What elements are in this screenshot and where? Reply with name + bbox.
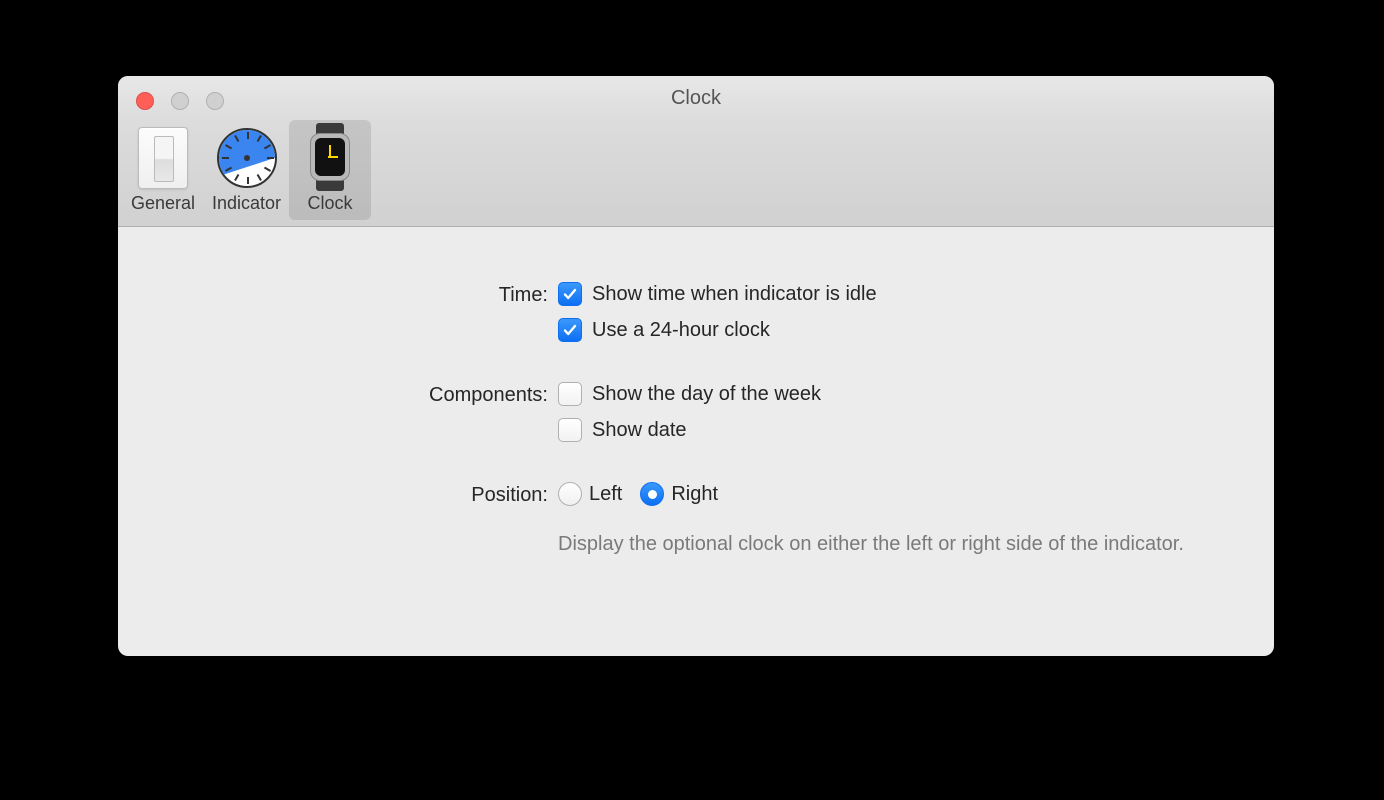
gauge-icon [217,128,277,188]
radio-left-label: Left [589,483,622,506]
radio-left-button[interactable] [558,482,582,506]
tab-label: Indicator [212,193,281,214]
radio-left[interactable]: Left [558,482,622,506]
label-position: Position: [158,482,558,507]
label-components: Components: [158,382,558,407]
watch-icon [308,123,352,191]
checkbox-24h-label: Use a 24-hour clock [592,319,770,342]
checkmark-icon [562,322,578,338]
checkbox-date[interactable]: Show date [558,418,1234,442]
checkbox-day-box[interactable] [558,382,582,406]
toolbar: General [122,120,371,220]
checkbox-show-time-label: Show time when indicator is idle [592,283,877,306]
tab-label: Clock [308,193,353,214]
tab-general[interactable]: General [122,120,204,220]
checkbox-day[interactable]: Show the day of the week [558,382,1234,406]
tab-indicator[interactable]: Indicator [204,120,289,220]
checkbox-show-time[interactable]: Show time when indicator is idle [558,282,1234,306]
checkbox-day-label: Show the day of the week [592,383,821,406]
tab-label: General [131,193,195,214]
radio-right[interactable]: Right [640,482,718,506]
checkbox-24h-box[interactable] [558,318,582,342]
radio-right-button[interactable] [640,482,664,506]
titlebar: Clock General [118,76,1274,227]
content-pane: Time: Show time when indicator is idle U… [118,227,1274,609]
checkbox-date-label: Show date [592,419,687,442]
row-time: Time: Show time when indicator is idle U… [158,282,1234,342]
radio-right-label: Right [671,483,718,506]
row-components: Components: Show the day of the week Sho… [158,382,1234,442]
switch-icon [138,127,188,189]
checkbox-24h[interactable]: Use a 24-hour clock [558,318,1234,342]
preferences-window: Clock General [118,76,1274,656]
label-time: Time: [158,282,558,307]
row-position: Position: Left Right Display the optiona… [158,482,1234,559]
checkbox-show-time-box[interactable] [558,282,582,306]
tab-clock[interactable]: Clock [289,120,371,220]
checkmark-icon [562,286,578,302]
position-help-text: Display the optional clock on either the… [558,530,1218,559]
window-title: Clock [118,87,1274,110]
checkbox-date-box[interactable] [558,418,582,442]
